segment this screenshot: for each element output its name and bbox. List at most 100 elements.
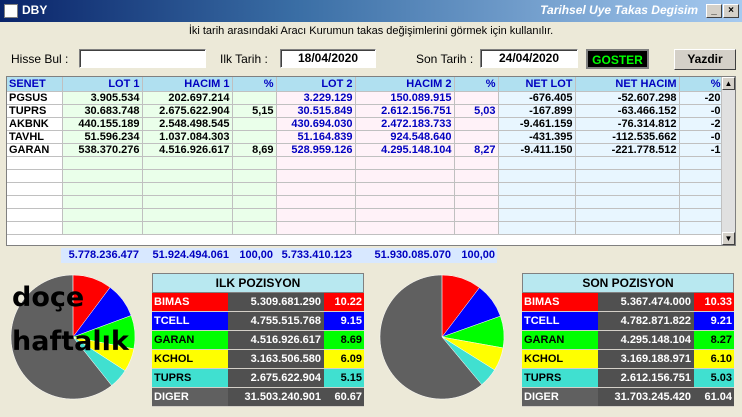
grid-cell: 528.959.126 bbox=[276, 143, 356, 157]
table-row[interactable]: TUPRS 30.683.748 2.675.622.904 5,15 30.515.8… bbox=[7, 104, 724, 118]
grid-cell bbox=[498, 156, 576, 170]
table-row[interactable] bbox=[7, 208, 724, 222]
senet-cell bbox=[7, 208, 63, 222]
son-tarih-input[interactable]: 24/04/2020 bbox=[480, 49, 578, 68]
yazdir-button[interactable]: Yazdir bbox=[674, 49, 736, 70]
grid-col-header[interactable]: LOT 2 bbox=[276, 77, 356, 92]
position-pct: 5.03 bbox=[694, 369, 734, 387]
grid-col-header[interactable]: % bbox=[454, 77, 499, 92]
position-pct: 9.15 bbox=[324, 312, 364, 330]
grid-col-header[interactable]: LOT 1 bbox=[62, 77, 143, 92]
grid-cell: -20 bbox=[679, 91, 724, 105]
position-value: 4.755.515.768 bbox=[228, 312, 324, 330]
senet-cell bbox=[7, 156, 63, 170]
overlay-line2: haftalık bbox=[12, 326, 129, 357]
ilk-tarih-label: Ilk Tarih : bbox=[220, 52, 268, 66]
close-button[interactable]: × bbox=[723, 4, 739, 18]
position-name: KCHOL bbox=[522, 350, 598, 368]
grid-col-header[interactable]: NET LOT bbox=[498, 77, 576, 92]
position-pct: 5.15 bbox=[324, 369, 364, 387]
grid-col-header[interactable]: % bbox=[232, 77, 277, 92]
grid-cell: 202.697.214 bbox=[142, 91, 233, 105]
grid-cell bbox=[232, 156, 277, 170]
grid-cell bbox=[679, 221, 724, 235]
position-pct: 60.67 bbox=[324, 388, 364, 406]
table-row[interactable]: GARAN 538.370.276 4.516.926.617 8,69 528.959… bbox=[7, 143, 724, 157]
hisse-input[interactable] bbox=[79, 49, 206, 68]
grid-col-header[interactable]: % bbox=[679, 77, 724, 92]
grid-cell bbox=[276, 221, 356, 235]
grid-cell bbox=[142, 156, 233, 170]
senet-cell bbox=[7, 195, 63, 209]
grid-col-header[interactable]: NET HACIM bbox=[575, 77, 680, 92]
grid-cell: -221.778.512 bbox=[575, 143, 680, 157]
position-value: 5.367.474.000 bbox=[598, 293, 694, 311]
total-cell: 51.930.085.070 bbox=[354, 248, 453, 263]
goster-button[interactable]: GOSTER bbox=[586, 49, 649, 69]
grid-cell: 30.683.748 bbox=[62, 104, 143, 118]
grid-cell: -431.395 bbox=[498, 130, 576, 144]
grid-cell: 51.164.839 bbox=[276, 130, 356, 144]
position-row: BIMAS 5.367.474.000 10.33 bbox=[522, 293, 734, 312]
grid-col-header[interactable]: HACIM 1 bbox=[142, 77, 233, 92]
minimize-button[interactable]: _ bbox=[706, 4, 722, 18]
position-pct: 10.22 bbox=[324, 293, 364, 311]
grid-cell: -9.461.159 bbox=[498, 117, 576, 131]
position-row: GARAN 4.516.926.617 8.69 bbox=[152, 331, 364, 350]
grid-cell: 4.295.148.104 bbox=[355, 143, 455, 157]
grid-cell bbox=[276, 195, 356, 209]
table-row[interactable] bbox=[7, 182, 724, 196]
grid-cell: -76.314.812 bbox=[575, 117, 680, 131]
grid-cell: 2.548.498.545 bbox=[142, 117, 233, 131]
grid-scrollbar[interactable]: ▲ ▼ bbox=[721, 77, 735, 245]
grid-cell bbox=[454, 221, 499, 235]
grid-col-header[interactable]: HACIM 2 bbox=[355, 77, 455, 92]
ilk-tarih-input[interactable]: 18/04/2020 bbox=[280, 49, 376, 68]
table-row[interactable] bbox=[7, 195, 724, 209]
position-value: 31.703.245.420 bbox=[598, 388, 694, 406]
position-name: BIMAS bbox=[152, 293, 228, 311]
app-icon bbox=[4, 4, 18, 18]
son-pozisyon-panel: SON POZISYON BIMAS 5.367.474.000 10.33 TCEL… bbox=[522, 273, 734, 407]
grid-cell bbox=[498, 195, 576, 209]
grid-cell bbox=[498, 208, 576, 222]
overlay-line1: doçe bbox=[12, 282, 85, 313]
position-name: TUPRS bbox=[522, 369, 598, 387]
position-value: 4.516.926.617 bbox=[228, 331, 324, 349]
position-name: TCELL bbox=[522, 312, 598, 330]
table-row[interactable] bbox=[7, 156, 724, 170]
grid-cell: 5,15 bbox=[232, 104, 277, 118]
takas-grid[interactable]: SENET LOT 1 HACIM 1% LOT 2 HACIM 2% NET LOT NE… bbox=[6, 76, 736, 246]
table-row[interactable] bbox=[7, 169, 724, 183]
grid-cell bbox=[679, 182, 724, 196]
grid-cell bbox=[232, 221, 277, 235]
grid-cell: 2.612.156.751 bbox=[355, 104, 455, 118]
scroll-down-icon[interactable]: ▼ bbox=[722, 232, 735, 245]
grid-cell bbox=[355, 169, 455, 183]
grid-cell: 3.229.129 bbox=[276, 91, 356, 105]
grid-cell: -52.607.298 bbox=[575, 91, 680, 105]
grid-cell: 150.089.915 bbox=[355, 91, 455, 105]
grid-cell bbox=[232, 91, 277, 105]
scroll-up-icon[interactable]: ▲ bbox=[722, 77, 735, 90]
grid-cell: -0 bbox=[679, 130, 724, 144]
table-row[interactable] bbox=[7, 221, 724, 235]
table-row[interactable]: PGSUS 3.905.534 202.697.214 3.229.129 150.08… bbox=[7, 91, 724, 105]
position-pct: 9.21 bbox=[694, 312, 734, 330]
grid-cell bbox=[355, 221, 455, 235]
senet-cell: PGSUS bbox=[7, 91, 63, 105]
grid-header-row: SENET LOT 1 HACIM 1% LOT 2 HACIM 2% NET LOT NE… bbox=[7, 77, 724, 92]
grid-col-header[interactable]: SENET bbox=[7, 77, 63, 92]
position-name: DIGER bbox=[152, 388, 228, 406]
grid-cell bbox=[454, 182, 499, 196]
table-row[interactable]: AKBNK 440.155.189 2.548.498.545 430.694.030… bbox=[7, 117, 724, 131]
grid-cell bbox=[498, 182, 576, 196]
table-row[interactable]: TAVHL 51.596.234 1.037.084.303 51.164.839 92… bbox=[7, 130, 724, 144]
grid-cell bbox=[679, 208, 724, 222]
grid-cell bbox=[679, 195, 724, 209]
position-name: GARAN bbox=[152, 331, 228, 349]
grid-cell bbox=[575, 208, 680, 222]
total-cell: 5.733.410.123 bbox=[275, 248, 354, 263]
grid-cell bbox=[679, 156, 724, 170]
grid-cell bbox=[498, 169, 576, 183]
